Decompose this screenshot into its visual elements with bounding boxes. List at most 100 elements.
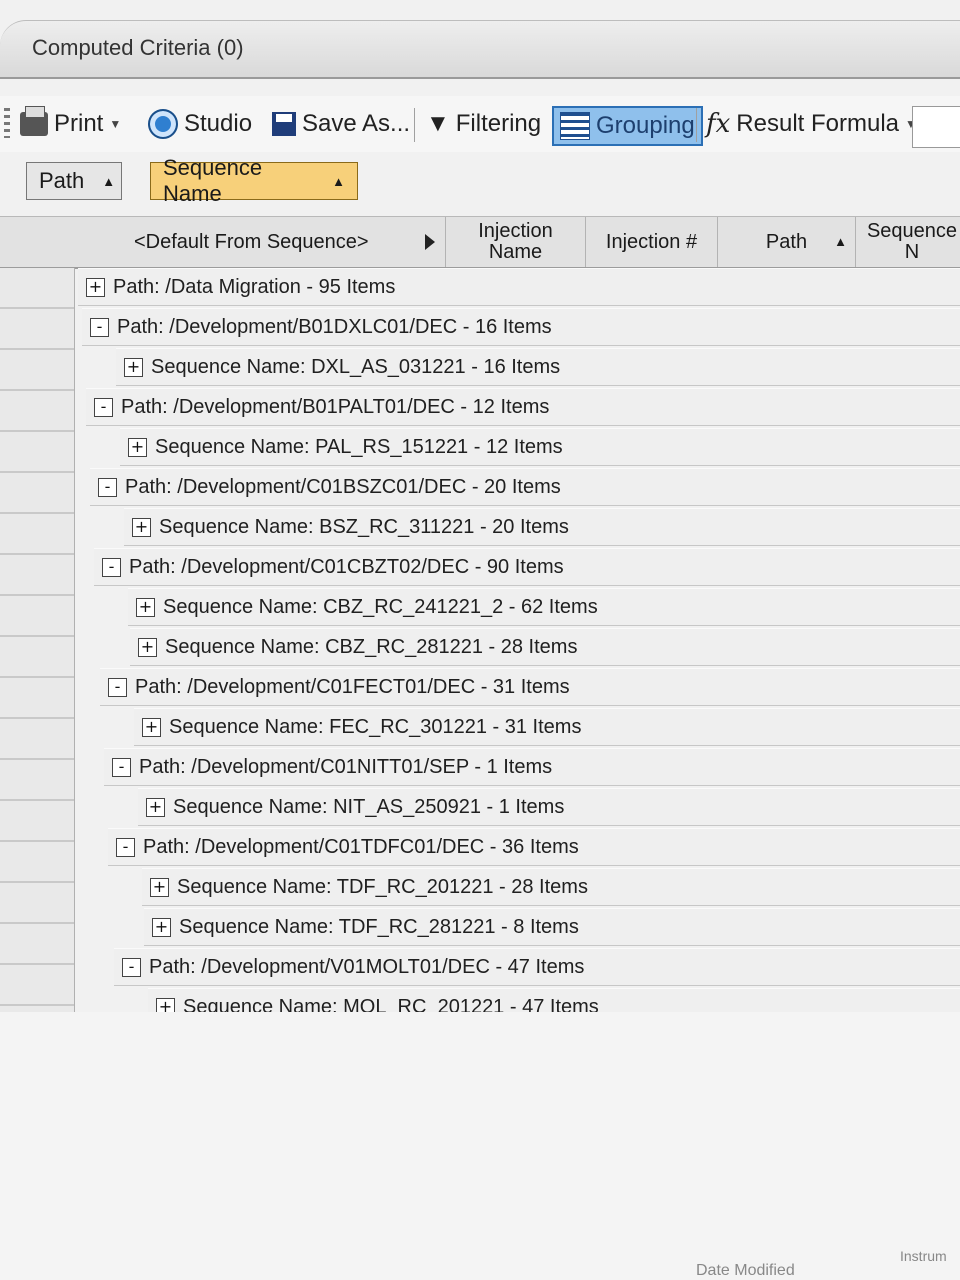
group-row-label: Sequence Name: FEC_RC_301221 - 31 Items <box>169 715 582 738</box>
group-row[interactable]: - Path: /Development/B01DXLC01/DEC - 16 … <box>82 308 960 346</box>
group-row[interactable]: + Path: /Data Migration - 95 Items <box>78 268 960 306</box>
column-header-injection-name[interactable]: Injection Name <box>446 217 586 267</box>
group-row[interactable]: - Path: /Development/V01MOLT01/DEC - 47 … <box>114 948 960 986</box>
group-chip-sequence-name[interactable]: Sequence Name ▲ <box>150 155 358 206</box>
collapse-icon[interactable]: - <box>112 757 131 777</box>
group-row-label: Path: /Development/B01PALT01/DEC - 12 It… <box>121 395 550 418</box>
group-row-label: Path: /Development/C01FECT01/DEC - 31 It… <box>135 675 570 698</box>
group-row-label: Path: /Development/C01TDFC01/DEC - 36 It… <box>143 835 579 858</box>
toolbar: Print ▼ Studio Save As... ▼ Filtering Gr… <box>0 96 960 153</box>
collapse-icon[interactable]: - <box>122 957 141 977</box>
result-formula-button[interactable]: fx Result Formula ▼ <box>706 106 917 142</box>
play-icon <box>425 234 435 250</box>
group-row-label: Path: /Data Migration - 95 Items <box>113 275 396 298</box>
expand-icon[interactable]: + <box>142 717 161 737</box>
studio-button[interactable]: Studio <box>148 106 252 142</box>
group-row[interactable]: + Sequence Name: NIT_AS_250921 - 1 Items <box>138 788 960 826</box>
fx-icon: fx <box>706 109 731 139</box>
group-by-panel: Path ▲ Sequence Name ▲ <box>0 152 960 216</box>
group-row-label: Sequence Name: TDF_RC_201221 - 28 Items <box>177 875 588 898</box>
row-selector-gutter[interactable] <box>0 268 75 1012</box>
group-row-label: Sequence Name: DXL_AS_031221 - 16 Items <box>151 355 561 378</box>
group-row-label: Sequence Name: TDF_RC_281221 - 8 Items <box>179 915 579 938</box>
group-row[interactable]: - Path: /Development/C01CBZT02/DEC - 90 … <box>94 548 960 586</box>
grouping-button[interactable]: Grouping <box>552 106 703 146</box>
group-row[interactable]: + Sequence Name: CBZ_RC_281221 - 28 Item… <box>130 628 960 666</box>
group-row-label: Sequence Name: PAL_RS_151221 - 12 Items <box>155 435 563 458</box>
column-header-path[interactable]: Path ▲ <box>718 217 856 267</box>
print-button[interactable]: Print ▼ <box>20 106 121 142</box>
group-row[interactable]: - Path: /Development/C01NITT01/SEP - 1 I… <box>104 748 960 786</box>
collapse-icon[interactable]: - <box>108 677 127 697</box>
expand-icon[interactable]: + <box>128 437 147 457</box>
group-row[interactable]: + Sequence Name: PAL_RS_151221 - 12 Item… <box>120 428 960 466</box>
print-label: Print <box>54 110 104 137</box>
collapse-icon[interactable]: - <box>98 477 117 497</box>
column-header-sequence-name[interactable]: Sequence N <box>856 217 960 267</box>
computed-criteria-bar[interactable]: Computed Criteria (0) <box>0 20 960 79</box>
grouping-label: Grouping <box>596 112 695 139</box>
date-modified-label: Date Modified <box>696 1262 795 1279</box>
empty-grid-area <box>0 1012 960 1280</box>
column-header-label: Injection # <box>605 230 698 253</box>
filter-icon: ▼ <box>426 110 450 137</box>
group-row-label: Path: /Development/B01DXLC01/DEC - 16 It… <box>117 315 552 338</box>
group-row-label: Sequence Name: CBZ_RC_241221_2 - 62 Item… <box>163 595 598 618</box>
group-row[interactable]: + Sequence Name: TDF_RC_281221 - 8 Items <box>144 908 960 946</box>
filtering-button[interactable]: ▼ Filtering <box>426 106 541 142</box>
group-chip-path[interactable]: Path ▲ <box>26 162 122 200</box>
collapse-icon[interactable]: - <box>116 837 135 857</box>
group-row[interactable]: - Path: /Development/C01FECT01/DEC - 31 … <box>100 668 960 706</box>
sort-ascending-icon: ▲ <box>332 173 345 189</box>
computed-criteria-title: Computed Criteria (0) <box>32 35 244 60</box>
save-as-label: Save As... <box>302 110 411 137</box>
save-as-button[interactable]: Save As... <box>272 106 410 142</box>
group-row[interactable]: + Sequence Name: BSZ_RC_311221 - 20 Item… <box>124 508 960 546</box>
grouping-icon <box>560 112 590 140</box>
expand-icon[interactable]: + <box>146 797 165 817</box>
group-row[interactable]: - Path: /Development/C01BSZC01/DEC - 20 … <box>90 468 960 506</box>
expand-icon[interactable]: + <box>152 917 171 937</box>
toolbar-input[interactable] <box>912 106 960 148</box>
instrument-label: Instrum <box>900 1248 947 1264</box>
chevron-down-icon[interactable]: ▼ <box>109 117 121 131</box>
group-row-label: Path: /Development/V01MOLT01/DEC - 47 It… <box>149 955 585 978</box>
expand-icon[interactable]: + <box>136 597 155 617</box>
group-row[interactable]: - Path: /Development/B01PALT01/DEC - 12 … <box>86 388 960 426</box>
result-formula-label: Result Formula <box>736 110 900 137</box>
printer-icon <box>20 106 48 136</box>
collapse-icon[interactable]: - <box>102 557 121 577</box>
column-header-label: Injection Name <box>478 220 553 263</box>
column-header-default-from-sequence[interactable]: <Default From Sequence> <box>74 217 446 267</box>
expand-icon[interactable]: + <box>124 357 143 377</box>
group-row[interactable]: - Path: /Development/C01TDFC01/DEC - 36 … <box>108 828 960 866</box>
group-row-label: Sequence Name: BSZ_RC_311221 - 20 Items <box>159 515 569 538</box>
group-row-label: Sequence Name: CBZ_RC_281221 - 28 Items <box>165 635 578 658</box>
group-row-label: Path: /Development/C01NITT01/SEP - 1 Ite… <box>139 755 553 778</box>
expand-icon[interactable]: + <box>150 877 169 897</box>
collapse-icon[interactable]: - <box>90 317 109 337</box>
column-header-row: <Default From Sequence> Injection Name I… <box>0 216 960 269</box>
expand-icon[interactable]: + <box>86 277 105 297</box>
column-header-label: <Default From Sequence> <box>134 230 369 253</box>
group-row-label: Path: /Development/C01BSZC01/DEC - 20 It… <box>125 475 561 498</box>
toolbar-grip[interactable] <box>4 108 10 138</box>
group-chip-label: Sequence Name <box>163 155 263 206</box>
sort-ascending-icon: ▲ <box>102 173 116 189</box>
collapse-icon[interactable]: - <box>94 397 113 417</box>
filtering-label: Filtering <box>455 110 542 137</box>
expand-icon[interactable]: + <box>138 637 157 657</box>
group-row[interactable]: + Sequence Name: DXL_AS_031221 - 16 Item… <box>116 348 960 386</box>
group-row[interactable]: + Sequence Name: FEC_RC_301221 - 31 Item… <box>134 708 960 746</box>
save-icon <box>272 112 296 136</box>
group-row[interactable]: + Sequence Name: CBZ_RC_241221_2 - 62 It… <box>128 588 960 626</box>
column-header-injection-number[interactable]: Injection # <box>586 217 718 267</box>
group-row[interactable]: + Sequence Name: TDF_RC_201221 - 28 Item… <box>142 868 960 906</box>
group-row-label: Sequence Name: NIT_AS_250921 - 1 Items <box>173 795 565 818</box>
expand-icon[interactable]: + <box>132 517 151 537</box>
group-chip-label: Path <box>39 168 85 193</box>
column-header-label: Sequence N <box>866 220 958 263</box>
group-row-label: Path: /Development/C01CBZT02/DEC - 90 It… <box>129 555 564 578</box>
studio-label: Studio <box>184 110 253 137</box>
toolbar-separator <box>414 108 415 142</box>
